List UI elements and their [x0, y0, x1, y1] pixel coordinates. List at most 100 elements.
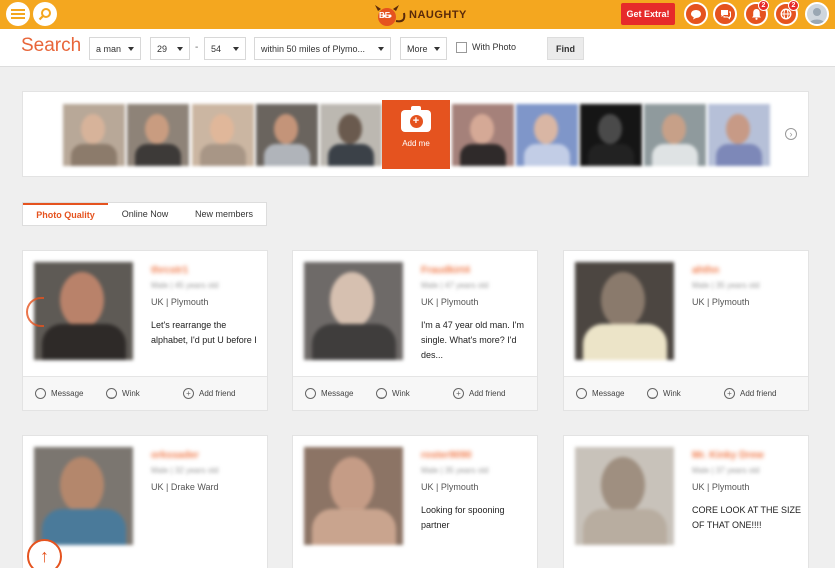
camera-icon: +: [401, 106, 431, 132]
message-icon: [576, 388, 587, 399]
chat-bubble-icon: [691, 9, 701, 19]
logo[interactable]: BE NAUGHTY: [372, 2, 467, 28]
more-select[interactable]: More: [400, 37, 447, 60]
add-me-label: Add me: [402, 139, 430, 148]
search-button[interactable]: [33, 2, 57, 26]
wink-button[interactable]: ‿ Wink: [376, 388, 410, 399]
member-location: UK | Plymouth: [692, 482, 750, 492]
age-to-value: 54: [211, 43, 222, 54]
wink-label: Wink: [392, 389, 410, 398]
add-friend-button[interactable]: + Add friend: [183, 388, 235, 399]
profile-avatar[interactable]: [805, 2, 829, 26]
member-location: UK | Plymouth: [421, 297, 479, 307]
strip-next-icon[interactable]: ›: [785, 128, 797, 140]
member-location: UK | Plymouth: [421, 482, 479, 492]
add-friend-label: Add friend: [469, 389, 506, 398]
messages-button[interactable]: [713, 2, 737, 26]
strip-photo[interactable]: [63, 104, 125, 166]
wink-button[interactable]: ‿ Wink: [106, 388, 140, 399]
scroll-to-top-button[interactable]: ↑: [27, 539, 62, 568]
menu-button[interactable]: [6, 2, 30, 26]
chevron-down-icon: [233, 47, 239, 51]
gender-select[interactable]: a man: [89, 37, 141, 60]
strip-photo[interactable]: [580, 104, 642, 166]
strip-photo[interactable]: [644, 104, 706, 166]
chevron-down-icon: [378, 47, 384, 51]
age-to-select[interactable]: 54: [204, 37, 246, 60]
logo-prefix: BE: [379, 11, 391, 20]
member-photo[interactable]: [575, 447, 674, 545]
member-bio: Let's rearrange the alphabet, I'd put U …: [151, 320, 257, 345]
member-card: roster9090 Male | 35 years old UK | Plym…: [292, 435, 538, 568]
user-avatar-icon: [809, 8, 825, 24]
hamburger-icon: [11, 9, 25, 19]
age-from-select[interactable]: 29: [150, 37, 190, 60]
member-username[interactable]: orkssader: [151, 450, 263, 464]
chat-button[interactable]: [684, 2, 708, 26]
with-photo-label[interactable]: With Photo: [472, 42, 516, 52]
add-me-button[interactable]: + Add me: [382, 100, 450, 169]
arrow-up-icon: ↑: [40, 546, 49, 566]
distance-select[interactable]: within 50 miles of Plymo...: [254, 37, 391, 60]
wink-button[interactable]: ‿ Wink: [647, 388, 681, 399]
member-photo[interactable]: [34, 447, 133, 545]
plus-icon: +: [453, 388, 464, 399]
message-button[interactable]: Message: [305, 388, 353, 399]
member-photo[interactable]: [575, 262, 674, 360]
add-friend-button[interactable]: + Add friend: [724, 388, 776, 399]
member-username[interactable]: thrcstr1: [151, 265, 263, 279]
search-title: Search: [21, 35, 82, 56]
message-button[interactable]: Message: [35, 388, 83, 399]
strip-photo[interactable]: [127, 104, 189, 166]
tab-new-members[interactable]: New members: [182, 203, 266, 225]
member-photo[interactable]: [34, 262, 133, 360]
member-meta: Male | 37 years old: [692, 466, 760, 475]
strip-photo[interactable]: [516, 104, 578, 166]
wink-label: Wink: [663, 389, 681, 398]
strip-photo[interactable]: [256, 104, 318, 166]
card-actions: Message ‿ Wink + Add friend: [564, 376, 808, 410]
wink-icon: ‿: [376, 388, 387, 399]
add-friend-label: Add friend: [740, 389, 777, 398]
add-friend-button[interactable]: + Add friend: [453, 388, 505, 399]
message-button[interactable]: Message: [576, 388, 624, 399]
tab-online-now[interactable]: Online Now: [108, 203, 182, 225]
more-value: More: [407, 43, 428, 54]
strip-photo[interactable]: [452, 104, 514, 166]
member-card: Fraudkirt4 Male | 47 years old UK | Plym…: [292, 250, 538, 411]
tab-photo-quality[interactable]: Photo Quality: [23, 203, 108, 225]
notifications-button[interactable]: 2: [744, 0, 769, 26]
member-tabs: Photo Quality Online Now New members: [22, 202, 267, 226]
chevron-down-icon: [128, 47, 134, 51]
get-extra-button[interactable]: Get Extra!: [621, 3, 675, 25]
messages-icon: [720, 9, 731, 19]
member-photo[interactable]: [304, 447, 403, 545]
member-bio: I'm a 47 year old man. I'm single. What'…: [421, 320, 524, 360]
member-username[interactable]: Fraudkirt4: [421, 265, 533, 279]
member-card: ahthn Male | 35 years old UK | Plymouth …: [563, 250, 809, 411]
member-location: UK | Drake Ward: [151, 482, 219, 492]
member-username[interactable]: ahthn: [692, 265, 804, 279]
find-button[interactable]: Find: [547, 37, 584, 60]
plus-icon: +: [409, 114, 423, 128]
wink-label: Wink: [122, 389, 140, 398]
member-meta: Male | 35 years old: [692, 281, 760, 290]
strip-photo[interactable]: [320, 104, 382, 166]
member-card: thrcstr1 Male | 45 years old UK | Plymou…: [22, 250, 268, 411]
strip-photo[interactable]: [708, 104, 770, 166]
dating-button[interactable]: 2: [774, 0, 799, 26]
strip-photo[interactable]: [192, 104, 254, 166]
member-bio: Looking for spooning partner: [421, 505, 505, 530]
age-range-separator: -: [195, 42, 199, 53]
message-icon: [35, 388, 46, 399]
age-from-value: 29: [157, 43, 168, 54]
member-card: Mr. Kinky Drew Male | 37 years old UK | …: [563, 435, 809, 568]
member-username[interactable]: Mr. Kinky Drew: [692, 450, 804, 464]
chevron-down-icon: [434, 47, 440, 51]
member-photo[interactable]: [304, 262, 403, 360]
dating-count-badge: 2: [788, 0, 799, 11]
with-photo-checkbox[interactable]: [456, 42, 467, 53]
member-username[interactable]: roster9090: [421, 450, 533, 464]
member-photo-strip: + Add me: [22, 91, 809, 177]
member-bio: CORE LOOK AT THE SIZE OF THAT ONE!!!!: [692, 505, 802, 530]
